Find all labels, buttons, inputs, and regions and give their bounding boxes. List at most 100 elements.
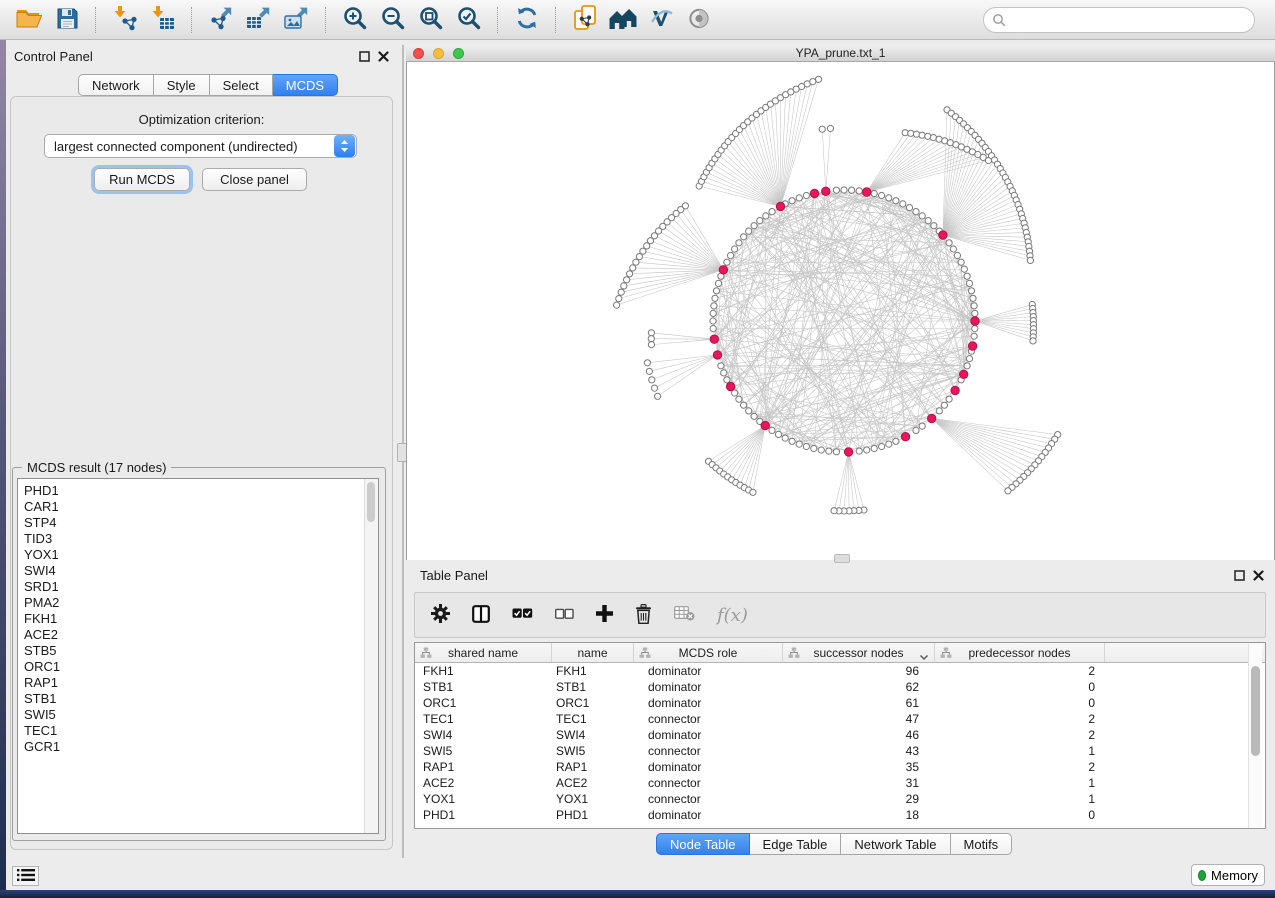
tab-network-table[interactable]: Network Table — [841, 833, 950, 855]
mcds-result-item[interactable]: STP4 — [18, 515, 378, 531]
cell-MCDS-role[interactable]: connector — [634, 712, 783, 726]
gear-button[interactable] — [431, 604, 450, 626]
zoom-selected-button[interactable] — [452, 4, 486, 36]
cell-predecessor-nodes[interactable]: 2 — [935, 728, 1105, 742]
cell-name[interactable]: YOX1 — [552, 792, 634, 806]
delete-button[interactable] — [635, 604, 652, 627]
mcds-result-item[interactable]: PHD1 — [18, 483, 378, 499]
cell-MCDS-role[interactable]: connector — [634, 776, 783, 790]
control-panel-float-button[interactable] — [357, 50, 371, 64]
close-panel-button[interactable]: Close panel — [202, 168, 307, 191]
cell-name[interactable]: RAP1 — [552, 760, 634, 774]
cell-MCDS-role[interactable]: dominator — [634, 680, 783, 694]
status-list-button[interactable] — [12, 866, 39, 886]
split-columns-button[interactable] — [472, 605, 490, 626]
window-close-light[interactable] — [413, 48, 424, 59]
export-image-button[interactable] — [280, 4, 314, 36]
cell-MCDS-role[interactable]: dominator — [634, 760, 783, 774]
cell-name[interactable]: SWI4 — [552, 728, 634, 742]
select-all-button[interactable] — [512, 607, 533, 623]
mcds-result-item[interactable]: SWI5 — [18, 707, 378, 723]
save-button[interactable] — [50, 4, 84, 36]
cell-name[interactable]: ACE2 — [552, 776, 634, 790]
mcds-result-item[interactable]: PMA2 — [18, 595, 378, 611]
cell-MCDS-role[interactable]: dominator — [634, 664, 783, 678]
table-panel-float-button[interactable] — [1232, 569, 1246, 583]
cell-predecessor-nodes[interactable]: 2 — [935, 712, 1105, 726]
zoom-fit-button[interactable] — [414, 4, 448, 36]
table-scrollbar[interactable] — [1248, 644, 1262, 828]
column-header-MCDS-role[interactable]: MCDS role — [634, 643, 783, 662]
tab-node-table[interactable]: Node Table — [656, 833, 750, 855]
column-header-name[interactable]: name — [552, 643, 634, 662]
eye-button[interactable] — [682, 4, 716, 36]
window-zoom-light[interactable] — [453, 48, 464, 59]
cell-shared-name[interactable]: PHD1 — [415, 808, 552, 822]
table-row[interactable]: SWI4SWI4dominator462 — [415, 727, 1265, 743]
v-badge-button[interactable] — [644, 4, 678, 36]
table-row[interactable]: TEC1TEC1connector472 — [415, 711, 1265, 727]
tab-motifs[interactable]: Motifs — [951, 833, 1013, 855]
cell-MCDS-role[interactable]: dominator — [634, 808, 783, 822]
cell-successor-nodes[interactable]: 96 — [783, 664, 935, 678]
network-canvas[interactable] — [406, 62, 1275, 560]
cell-predecessor-nodes[interactable]: 0 — [935, 696, 1105, 710]
cell-shared-name[interactable]: SWI5 — [415, 744, 552, 758]
table-row[interactable]: SWI5SWI5connector431 — [415, 743, 1265, 759]
optimization-criterion-select[interactable]: largest connected component (undirected) — [44, 134, 357, 158]
cell-successor-nodes[interactable]: 18 — [783, 808, 935, 822]
table-row[interactable]: STB1STB1dominator620 — [415, 679, 1265, 695]
deselect-all-button[interactable] — [555, 608, 574, 623]
tab-mcds[interactable]: MCDS — [273, 74, 338, 96]
cell-shared-name[interactable]: ACE2 — [415, 776, 552, 790]
houses-button[interactable] — [606, 4, 640, 36]
cell-successor-nodes[interactable]: 61 — [783, 696, 935, 710]
search-input[interactable] — [983, 7, 1255, 33]
cell-shared-name[interactable]: STB1 — [415, 680, 552, 694]
zoom-out-button[interactable] — [376, 4, 410, 36]
cell-name[interactable]: TEC1 — [552, 712, 634, 726]
export-network-button[interactable] — [204, 4, 238, 36]
cell-shared-name[interactable]: ORC1 — [415, 696, 552, 710]
table-row[interactable]: PHD1PHD1dominator180 — [415, 807, 1265, 823]
refresh-layout-button[interactable] — [510, 4, 544, 36]
mcds-result-item[interactable]: STB5 — [18, 643, 378, 659]
cell-shared-name[interactable]: FKH1 — [415, 664, 552, 678]
open-button[interactable] — [12, 4, 46, 36]
cell-name[interactable]: SWI5 — [552, 744, 634, 758]
column-header-successor-nodes[interactable]: successor nodes — [783, 643, 935, 662]
cell-name[interactable]: FKH1 — [552, 664, 634, 678]
cell-predecessor-nodes[interactable]: 0 — [935, 808, 1105, 822]
cell-predecessor-nodes[interactable]: 1 — [935, 792, 1105, 806]
add-button[interactable] — [596, 605, 613, 625]
cell-name[interactable]: ORC1 — [552, 696, 634, 710]
tab-edge-table[interactable]: Edge Table — [750, 833, 842, 855]
cell-MCDS-role[interactable]: dominator — [634, 696, 783, 710]
table-row[interactable]: ACE2ACE2connector311 — [415, 775, 1265, 791]
table-row[interactable]: RAP1RAP1dominator352 — [415, 759, 1265, 775]
table-row[interactable]: ORC1ORC1dominator610 — [415, 695, 1265, 711]
mcds-result-item[interactable]: RAP1 — [18, 675, 378, 691]
export-table-button[interactable] — [242, 4, 276, 36]
import-table-button[interactable] — [146, 4, 180, 36]
run-mcds-button[interactable]: Run MCDS — [94, 168, 190, 191]
mcds-result-item[interactable]: TID3 — [18, 531, 378, 547]
column-header-predecessor-nodes[interactable]: predecessor nodes — [935, 643, 1105, 662]
cell-predecessor-nodes[interactable]: 0 — [935, 680, 1105, 694]
cell-successor-nodes[interactable]: 46 — [783, 728, 935, 742]
mcds-list-scrollbar[interactable] — [364, 479, 378, 833]
cell-successor-nodes[interactable]: 47 — [783, 712, 935, 726]
network-from-selection-button[interactable] — [568, 4, 602, 36]
mcds-result-item[interactable]: TEC1 — [18, 723, 378, 739]
cell-shared-name[interactable]: SWI4 — [415, 728, 552, 742]
tab-style[interactable]: Style — [154, 74, 210, 96]
table-row[interactable]: YOX1YOX1connector291 — [415, 791, 1265, 807]
cell-MCDS-role[interactable]: dominator — [634, 728, 783, 742]
zoom-in-button[interactable] — [338, 4, 372, 36]
mcds-result-item[interactable]: ACE2 — [18, 627, 378, 643]
mcds-result-item[interactable]: YOX1 — [18, 547, 378, 563]
memory-button[interactable]: Memory — [1191, 864, 1265, 886]
horizontal-splitter-handle[interactable] — [834, 554, 850, 563]
cell-shared-name[interactable]: RAP1 — [415, 760, 552, 774]
cell-MCDS-role[interactable]: connector — [634, 744, 783, 758]
